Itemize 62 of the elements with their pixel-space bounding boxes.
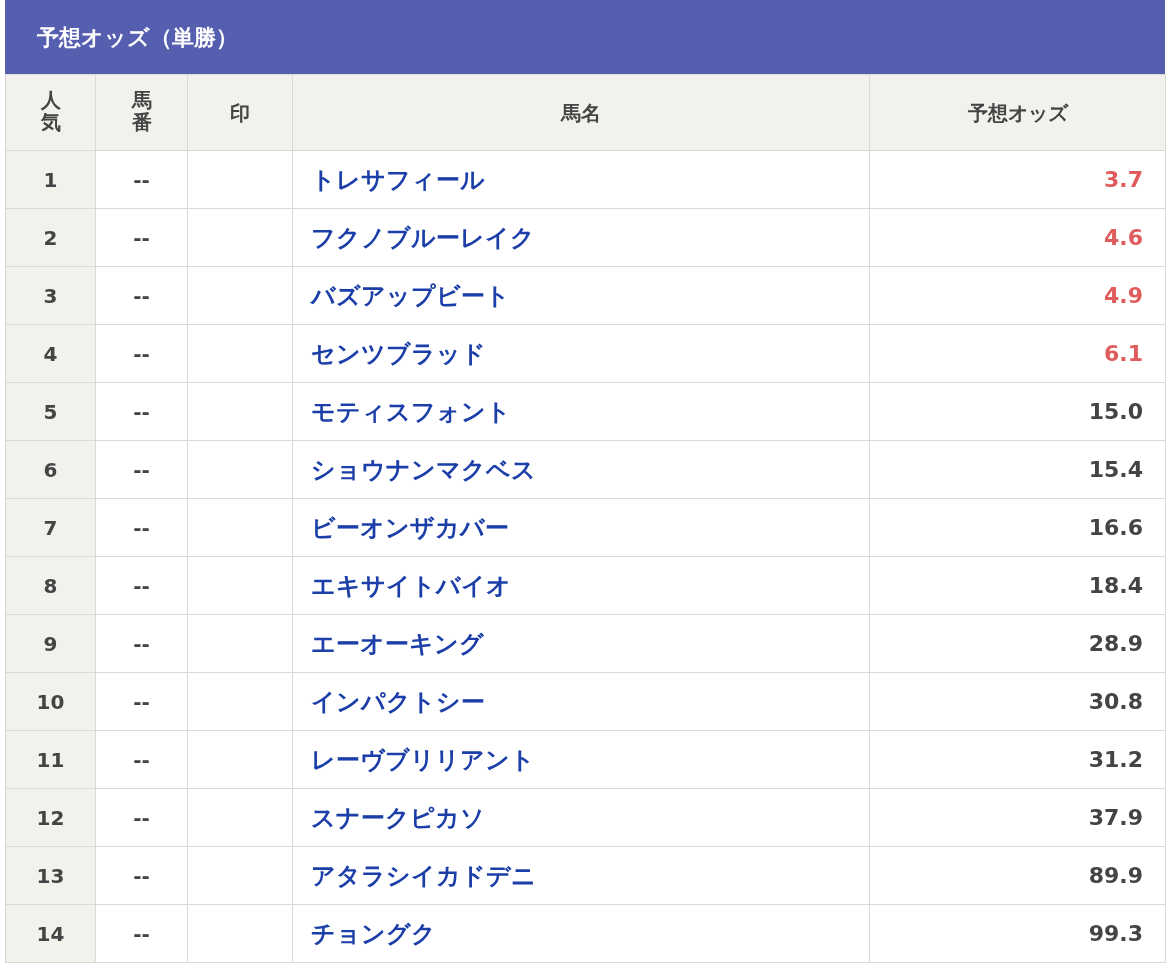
horse-number-cell: -- [95, 904, 188, 963]
horse-name-link[interactable]: ビーオンザカバー [311, 513, 509, 542]
column-header: 予想オッズ [869, 74, 1166, 151]
rank-cell: 12 [5, 788, 96, 847]
horse-number-cell: -- [95, 208, 188, 267]
horse-name-link[interactable]: フクノブルーレイク [311, 223, 535, 252]
rank-cell: 1 [5, 150, 96, 209]
horse-number-cell: -- [95, 672, 188, 731]
rank-cell: 4 [5, 324, 96, 383]
odds-cell: 30.8 [869, 672, 1166, 731]
column-header: 印 [187, 74, 293, 151]
odds-cell: 37.9 [869, 788, 1166, 847]
horse-number-cell: -- [95, 556, 188, 615]
horse-name-link[interactable]: バズアップビート [311, 281, 510, 310]
horse-name-link[interactable]: スナークピカソ [311, 803, 485, 832]
rank-cell: 9 [5, 614, 96, 673]
odds-cell: 3.7 [869, 150, 1166, 209]
rank-cell: 10 [5, 672, 96, 731]
horse-name-link[interactable]: ショウナンマクベス [311, 455, 536, 484]
panel-title: 予想オッズ（単勝） [5, 0, 1165, 74]
horse-number-cell: -- [95, 266, 188, 325]
horse-name-link[interactable]: エキサイトバイオ [311, 571, 511, 600]
rank-cell: 14 [5, 904, 96, 963]
horse-number-cell: -- [95, 440, 188, 499]
odds-cell: 18.4 [869, 556, 1166, 615]
horse-number-cell: -- [95, 324, 188, 383]
column-header: 馬番 [95, 74, 188, 151]
horse-name-link[interactable]: インパクトシー [311, 687, 485, 716]
horse-name-link[interactable]: モティスフォント [311, 397, 511, 426]
odds-cell: 4.6 [869, 208, 1166, 267]
odds-cell: 99.3 [869, 904, 1166, 963]
rank-cell: 5 [5, 382, 96, 441]
rank-cell: 2 [5, 208, 96, 267]
rank-cell: 3 [5, 266, 96, 325]
horse-number-cell: -- [95, 150, 188, 209]
rank-cell: 11 [5, 730, 96, 789]
horse-number-cell: -- [95, 614, 188, 673]
horse-name-link[interactable]: センツブラッド [311, 339, 486, 368]
column-header: 人気 [5, 74, 96, 151]
odds-cell: 31.2 [869, 730, 1166, 789]
odds-cell: 4.9 [869, 266, 1166, 325]
odds-cell: 15.0 [869, 382, 1166, 441]
odds-cell: 15.4 [869, 440, 1166, 499]
horse-name-link[interactable]: レーヴブリリアント [311, 745, 535, 774]
horse-number-cell: -- [95, 788, 188, 847]
horse-name-link[interactable]: チョングク [311, 919, 436, 948]
horse-name-link[interactable]: エーオーキング [311, 629, 484, 658]
rank-cell: 13 [5, 846, 96, 905]
horse-number-cell: -- [95, 846, 188, 905]
odds-cell: 6.1 [869, 324, 1166, 383]
column-header: 馬名 [292, 74, 870, 151]
odds-cell: 28.9 [869, 614, 1166, 673]
horse-number-cell: -- [95, 730, 188, 789]
horse-name-link[interactable]: トレサフィール [311, 165, 485, 194]
odds-cell: 89.9 [869, 846, 1166, 905]
horse-number-cell: -- [95, 382, 188, 441]
odds-cell: 16.6 [869, 498, 1166, 557]
rank-cell: 6 [5, 440, 96, 499]
rank-cell: 8 [5, 556, 96, 615]
horse-name-link[interactable]: アタラシイカドデニ [311, 861, 536, 890]
rank-cell: 7 [5, 498, 96, 557]
horse-number-cell: -- [95, 498, 188, 557]
